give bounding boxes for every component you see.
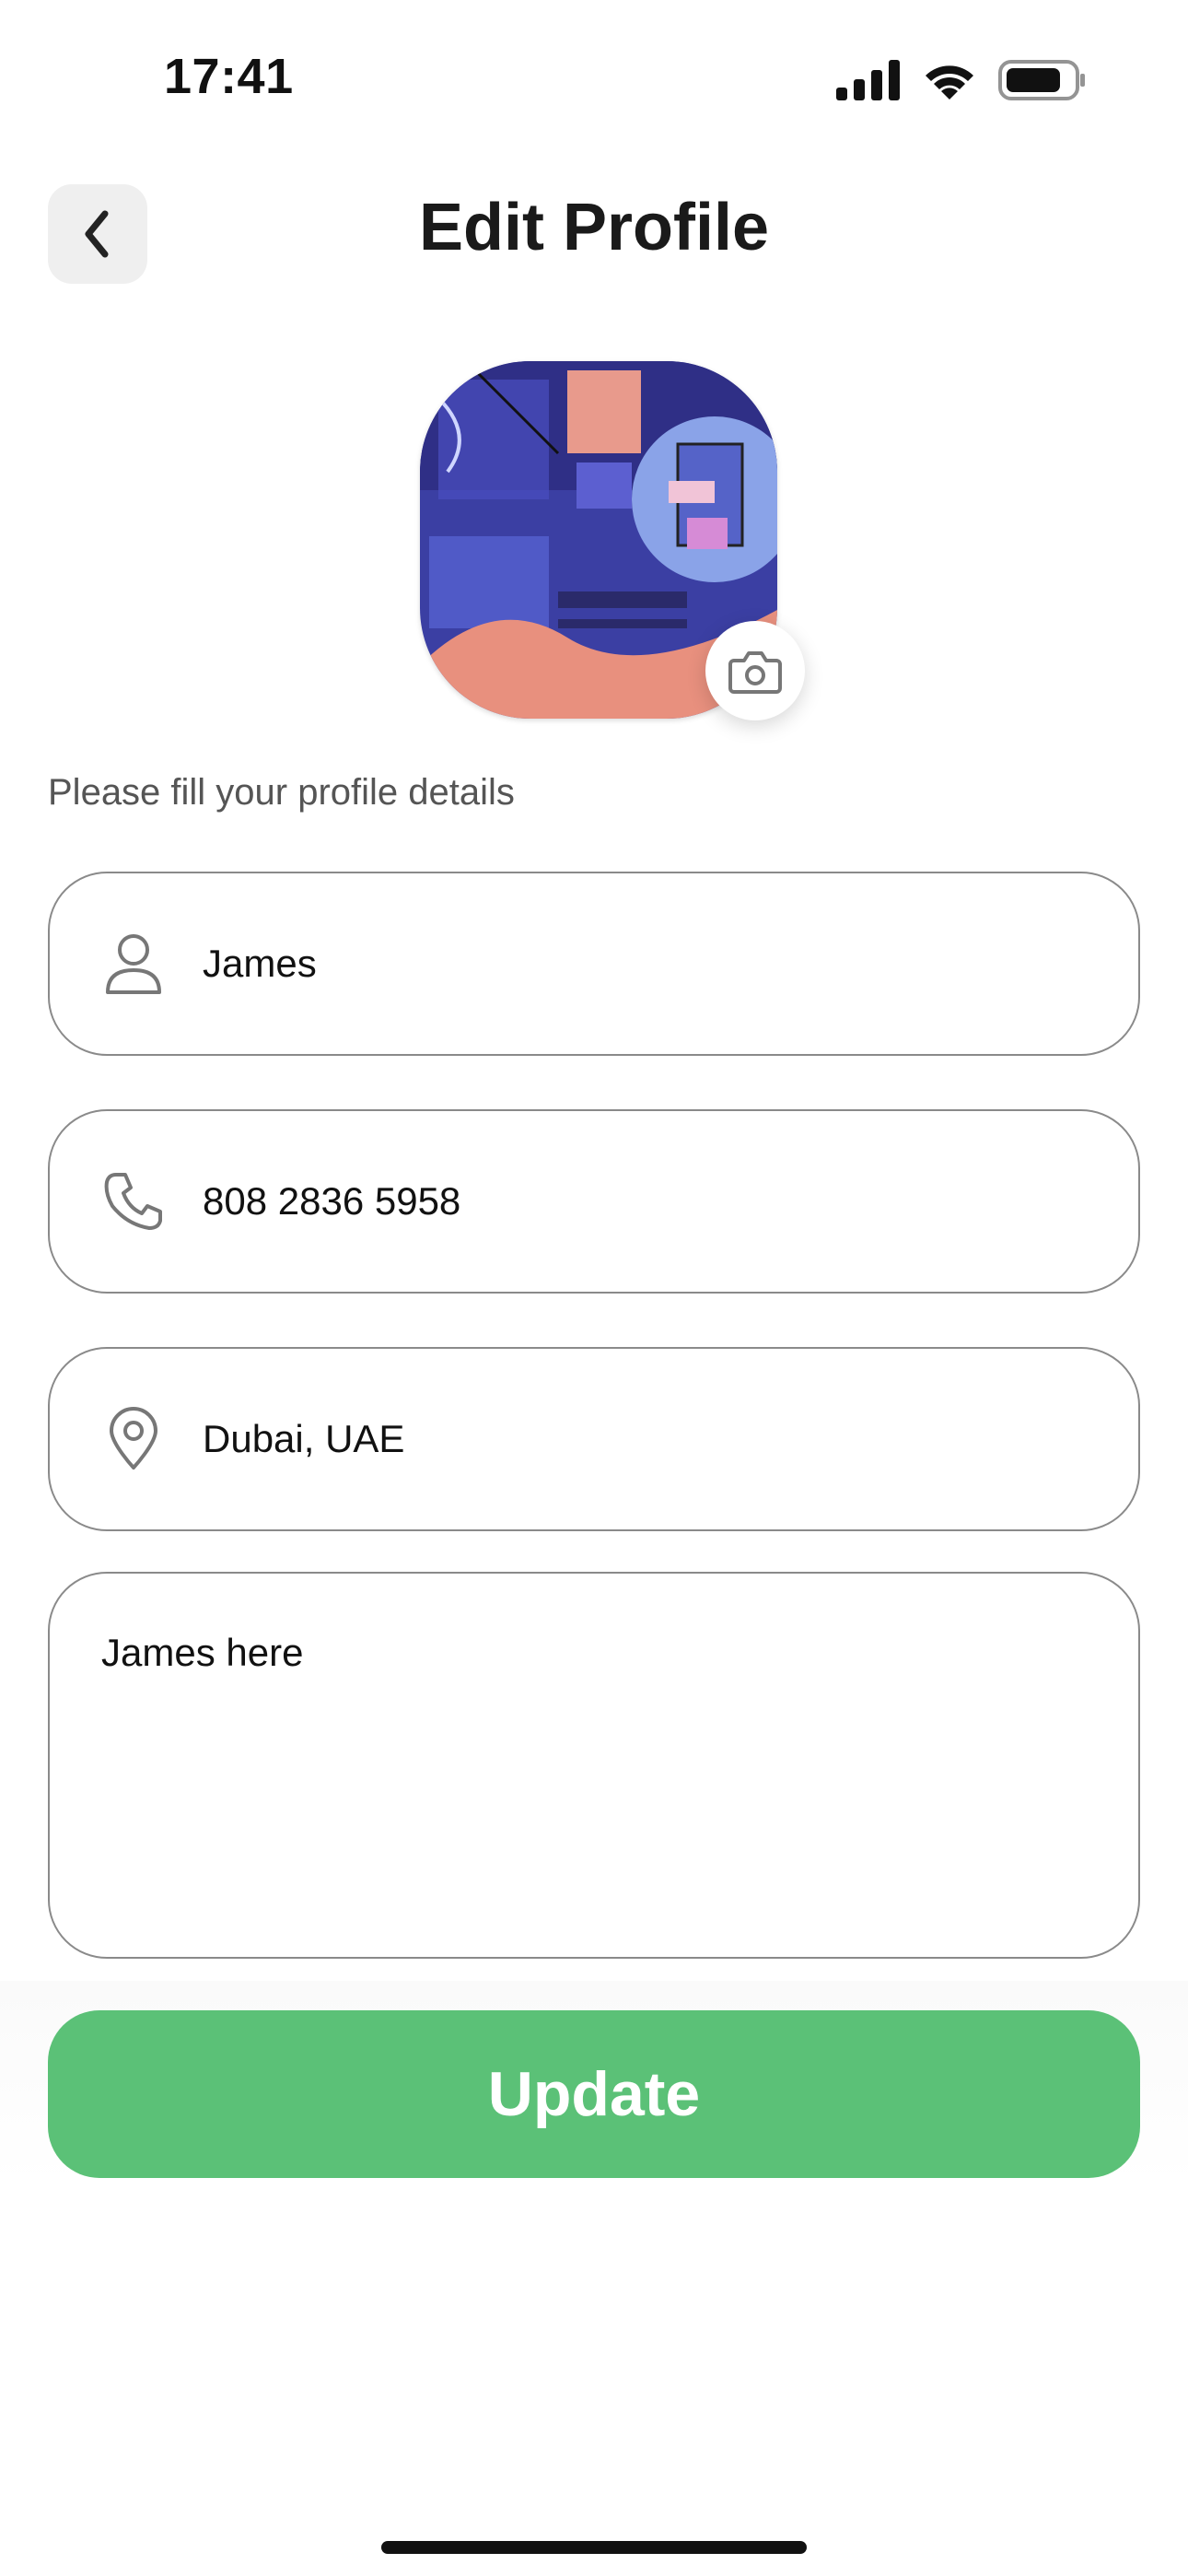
status-icons: [836, 59, 1087, 101]
wifi-icon: [926, 65, 973, 100]
cellular-signal-icon: [836, 60, 900, 100]
camera-icon: [728, 651, 782, 694]
change-photo-button[interactable]: [705, 621, 805, 720]
update-button[interactable]: Update: [48, 2010, 1140, 2178]
form-instruction: Please fill your profile details: [48, 772, 515, 813]
phone-value: 808 2836 5958: [203, 1179, 461, 1223]
name-value: James: [203, 942, 317, 985]
name-field[interactable]: James: [48, 872, 1140, 1056]
bio-textarea[interactable]: James here: [48, 1572, 1140, 1959]
person-icon: [101, 931, 166, 996]
phone-field[interactable]: 808 2836 5958: [48, 1109, 1140, 1294]
battery-icon: [998, 60, 1085, 100]
bio-value: James here: [101, 1631, 304, 1674]
status-time: 17:41: [164, 49, 294, 104]
page-title: Edit Profile: [418, 191, 770, 264]
home-indicator: [381, 2541, 807, 2554]
phone-icon: [101, 1169, 166, 1234]
location-field[interactable]: Dubai, UAE: [48, 1347, 1140, 1531]
location-pin-icon: [101, 1407, 166, 1471]
location-value: Dubai, UAE: [203, 1417, 405, 1460]
